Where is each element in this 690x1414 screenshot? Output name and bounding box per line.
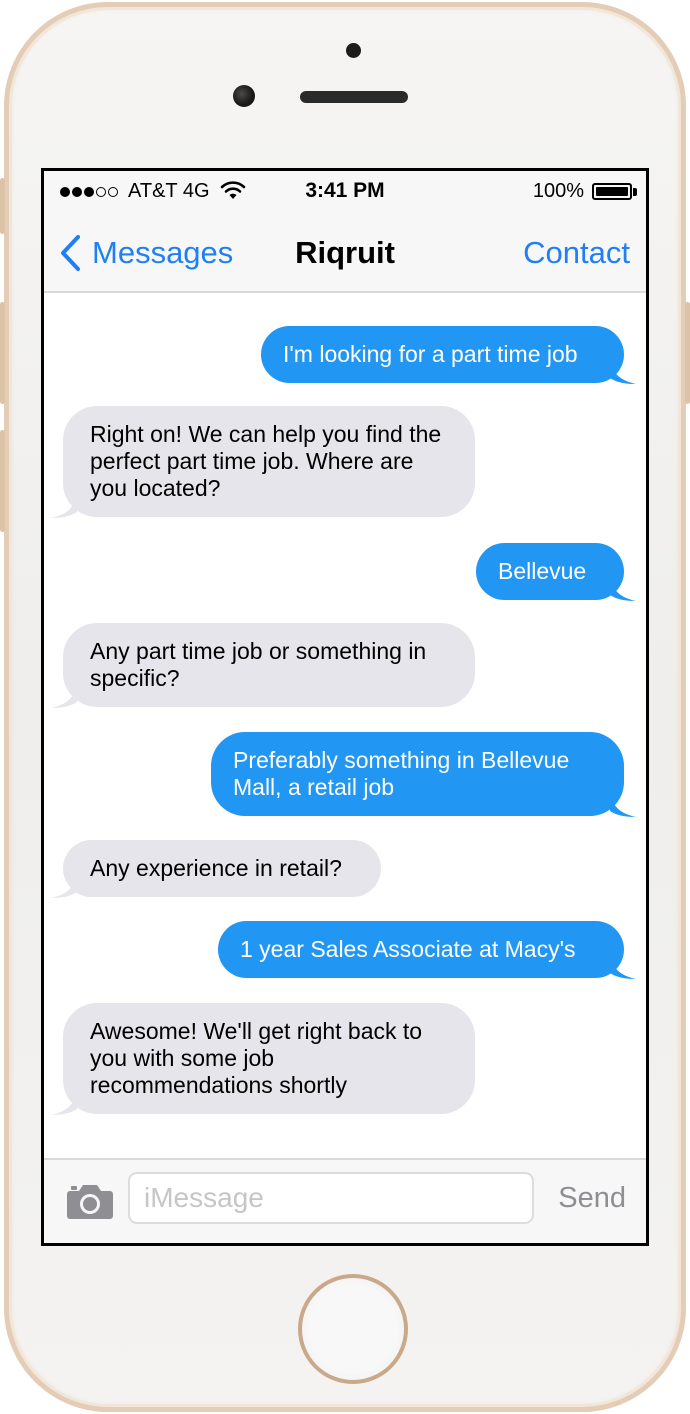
imessage-input[interactable] <box>128 1172 534 1224</box>
back-button-label: Messages <box>92 235 234 270</box>
message-text: Any part time job or something in specif… <box>90 638 427 691</box>
bubble-tail <box>51 1089 77 1115</box>
volume-down-button <box>0 430 5 532</box>
chevron-left-icon <box>61 235 80 271</box>
message-bubble-outgoing[interactable]: 1 year Sales Associate at Macy's <box>218 921 636 979</box>
camera-icon[interactable] <box>66 1182 114 1220</box>
message-bubble-outgoing[interactable]: I'm looking for a part time job <box>261 326 636 384</box>
bubble-tail <box>51 492 77 518</box>
screen: AT&T 4G 3:41 PM 100% Messages Riqruit Co… <box>41 168 649 1246</box>
bubble-tail <box>51 872 77 898</box>
bubble-tail <box>610 358 636 384</box>
message-bubble-outgoing[interactable]: Preferably something in Bellevue Mall, a… <box>211 732 636 817</box>
message-bubble-incoming[interactable]: Any experience in retail? <box>51 840 381 898</box>
message-bubble-outgoing[interactable]: Bellevue <box>476 543 636 601</box>
message-text: Bellevue <box>498 558 587 584</box>
mute-switch <box>0 178 5 234</box>
bubble-tail <box>51 682 77 708</box>
status-bar: AT&T 4G 3:41 PM 100% <box>44 171 646 213</box>
navigation-bar: Messages Riqruit Contact <box>44 213 646 293</box>
battery-tip <box>633 188 637 196</box>
volume-up-button <box>0 302 5 404</box>
send-button[interactable]: Send <box>558 1182 626 1215</box>
message-bubble-incoming[interactable]: Right on! We can help you find the perfe… <box>51 406 475 518</box>
home-button[interactable] <box>298 1274 408 1384</box>
message-text: Right on! We can help you find the perfe… <box>90 421 442 501</box>
message-text: Preferably something in Bellevue Mall, a… <box>233 747 570 800</box>
message-bubble-incoming[interactable]: Awesome! We'll get right back to you wit… <box>51 1003 475 1115</box>
front-camera <box>233 85 255 107</box>
battery-icon <box>592 183 632 200</box>
proximity-sensor <box>346 43 361 58</box>
power-button <box>685 302 690 404</box>
bubble-tail <box>610 575 636 601</box>
battery-percentage: 100% <box>532 180 584 202</box>
back-button[interactable]: Messages <box>58 233 233 273</box>
earpiece-speaker <box>300 91 408 103</box>
bubble-tail <box>610 791 636 817</box>
message-composer: Send <box>44 1158 646 1243</box>
message-text: Awesome! We'll get right back to you wit… <box>90 1018 423 1098</box>
bubble-tail <box>610 953 636 979</box>
message-text: I'm looking for a part time job <box>283 341 578 367</box>
message-text: 1 year Sales Associate at Macy's <box>240 936 576 962</box>
message-text: Any experience in retail? <box>90 855 342 881</box>
contact-button[interactable]: Contact <box>523 235 630 271</box>
message-bubble-incoming[interactable]: Any part time job or something in specif… <box>51 623 475 708</box>
